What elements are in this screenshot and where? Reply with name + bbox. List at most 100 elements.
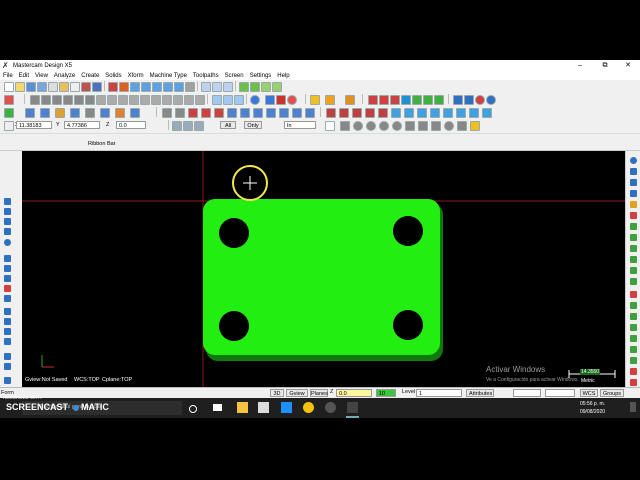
gview-side-icon[interactable] bbox=[234, 95, 244, 105]
zoom-fit-icon[interactable] bbox=[141, 82, 151, 92]
left-tool-14-icon[interactable] bbox=[4, 338, 11, 345]
notifications-icon[interactable] bbox=[630, 402, 636, 412]
select-only-button[interactable]: Only bbox=[244, 121, 262, 129]
undelete-icon[interactable] bbox=[119, 82, 129, 92]
select-surface-icon[interactable] bbox=[392, 121, 402, 131]
left-tool-6-icon[interactable] bbox=[4, 255, 11, 262]
zoom-window-icon[interactable] bbox=[130, 82, 140, 92]
autocursor-icon[interactable] bbox=[4, 121, 14, 131]
break-icon[interactable] bbox=[115, 108, 125, 118]
menu-analyze[interactable]: Analyze bbox=[51, 73, 78, 79]
globe-icon[interactable] bbox=[250, 95, 260, 105]
verify-icon[interactable] bbox=[464, 95, 474, 105]
solid-manager-icon[interactable] bbox=[469, 108, 479, 118]
left-tool-7-icon[interactable] bbox=[4, 265, 11, 272]
hatch-icon[interactable] bbox=[201, 108, 211, 118]
maximize-button[interactable]: ⧉ bbox=[595, 60, 615, 71]
new-file-icon[interactable] bbox=[4, 82, 14, 92]
translucent-icon[interactable] bbox=[272, 82, 282, 92]
post-icon[interactable] bbox=[475, 95, 485, 105]
right-tool-12-icon[interactable] bbox=[630, 278, 637, 285]
chain-icon[interactable] bbox=[183, 121, 193, 131]
level-input[interactable]: 1 bbox=[416, 389, 462, 397]
solid-extrude-icon[interactable] bbox=[326, 108, 336, 118]
x-coordinate-input[interactable]: 11.38183 bbox=[16, 121, 52, 129]
bounding-box-icon[interactable] bbox=[175, 108, 185, 118]
recorder-app-icon[interactable] bbox=[325, 402, 336, 413]
solids-remove-icon[interactable] bbox=[184, 95, 194, 105]
right-tool-3-icon[interactable] bbox=[630, 179, 637, 186]
left-tool-13-icon[interactable] bbox=[4, 328, 11, 335]
solids-extrude-icon[interactable] bbox=[30, 95, 40, 105]
gview-top-icon[interactable] bbox=[212, 95, 222, 105]
right-tool-17-icon[interactable] bbox=[630, 335, 637, 342]
solids-layout-icon[interactable] bbox=[140, 95, 150, 105]
selection-mode-select[interactable]: In bbox=[284, 121, 316, 129]
right-tool-15-icon[interactable] bbox=[630, 313, 637, 320]
y-coordinate-input[interactable]: 4.77386 bbox=[64, 121, 100, 129]
copy-icon[interactable] bbox=[70, 82, 80, 92]
zoom-out-icon[interactable] bbox=[163, 82, 173, 92]
left-tool-11-icon[interactable] bbox=[4, 308, 11, 315]
solids-draft-icon[interactable] bbox=[129, 95, 139, 105]
right-tool-11-icon[interactable] bbox=[630, 267, 637, 274]
task-view-icon[interactable] bbox=[213, 404, 222, 411]
verify-selection-icon[interactable] bbox=[325, 121, 335, 131]
dimension-icon[interactable] bbox=[188, 108, 198, 118]
solids-faces-icon[interactable] bbox=[173, 95, 183, 105]
right-tool-8-icon[interactable] bbox=[630, 234, 637, 241]
mastercam-task-icon[interactable] bbox=[347, 402, 358, 413]
select-group-icon[interactable] bbox=[457, 121, 467, 131]
mode-3d-button[interactable]: 3D bbox=[270, 389, 284, 397]
cortana-icon[interactable] bbox=[189, 405, 197, 413]
solids-sweep-icon[interactable] bbox=[52, 95, 62, 105]
solid-shell-icon[interactable] bbox=[404, 108, 414, 118]
surface-net-icon[interactable] bbox=[266, 108, 276, 118]
solid-sweep-icon[interactable] bbox=[352, 108, 362, 118]
line-style-select[interactable] bbox=[513, 389, 541, 397]
rotate-icon[interactable] bbox=[276, 95, 286, 105]
select-last-icon[interactable] bbox=[340, 121, 350, 131]
xform-mirror-icon[interactable] bbox=[379, 95, 389, 105]
fillet-icon[interactable] bbox=[55, 108, 65, 118]
left-tool-4-icon[interactable] bbox=[4, 228, 11, 235]
menu-edit[interactable]: Edit bbox=[16, 73, 32, 79]
menu-view[interactable]: View bbox=[32, 73, 51, 79]
mail-icon[interactable] bbox=[281, 402, 292, 413]
solids-history-icon[interactable] bbox=[195, 95, 205, 105]
right-tool-21-icon[interactable] bbox=[630, 379, 637, 386]
unzoom-icon[interactable] bbox=[174, 82, 184, 92]
solids-manager-icon[interactable] bbox=[151, 95, 161, 105]
dynamic-rotate-icon[interactable] bbox=[287, 95, 297, 105]
right-tool-2-icon[interactable] bbox=[630, 168, 637, 175]
right-tool-9-icon[interactable] bbox=[630, 245, 637, 252]
wcs-button[interactable]: WCS bbox=[580, 389, 598, 397]
analyze-icon[interactable] bbox=[345, 95, 355, 105]
surface-draft-icon[interactable] bbox=[292, 108, 302, 118]
zoom-in-icon[interactable] bbox=[152, 82, 162, 92]
select-arc-icon[interactable] bbox=[366, 121, 376, 131]
solid-trim-icon[interactable] bbox=[417, 108, 427, 118]
solid-boolean-icon[interactable] bbox=[430, 108, 440, 118]
repaint-icon[interactable] bbox=[185, 82, 195, 92]
cplane-icon[interactable] bbox=[265, 95, 275, 105]
planes-button[interactable]: Planes bbox=[310, 389, 328, 397]
right-tool-18-icon[interactable] bbox=[630, 346, 637, 353]
menu-toolpaths[interactable]: Toolpaths bbox=[190, 73, 222, 79]
letters-icon[interactable] bbox=[162, 108, 172, 118]
surface-fence-icon[interactable] bbox=[279, 108, 289, 118]
left-tool-9-icon[interactable] bbox=[4, 285, 11, 292]
pencil-icon[interactable] bbox=[310, 95, 320, 105]
select-point-icon[interactable] bbox=[353, 121, 363, 131]
delete-icon[interactable] bbox=[108, 82, 118, 92]
surface-ruled-icon[interactable] bbox=[227, 108, 237, 118]
hidden-icon[interactable] bbox=[261, 82, 271, 92]
note-icon[interactable] bbox=[214, 108, 224, 118]
left-tool-1-icon[interactable] bbox=[4, 198, 11, 205]
select-body-icon[interactable] bbox=[431, 121, 441, 131]
select-edge-icon[interactable] bbox=[444, 121, 454, 131]
open-file-icon[interactable] bbox=[15, 82, 25, 92]
left-tool-16-icon[interactable] bbox=[4, 363, 11, 370]
right-tool-19-icon[interactable] bbox=[630, 357, 637, 364]
solids-boolean-icon[interactable] bbox=[118, 95, 128, 105]
